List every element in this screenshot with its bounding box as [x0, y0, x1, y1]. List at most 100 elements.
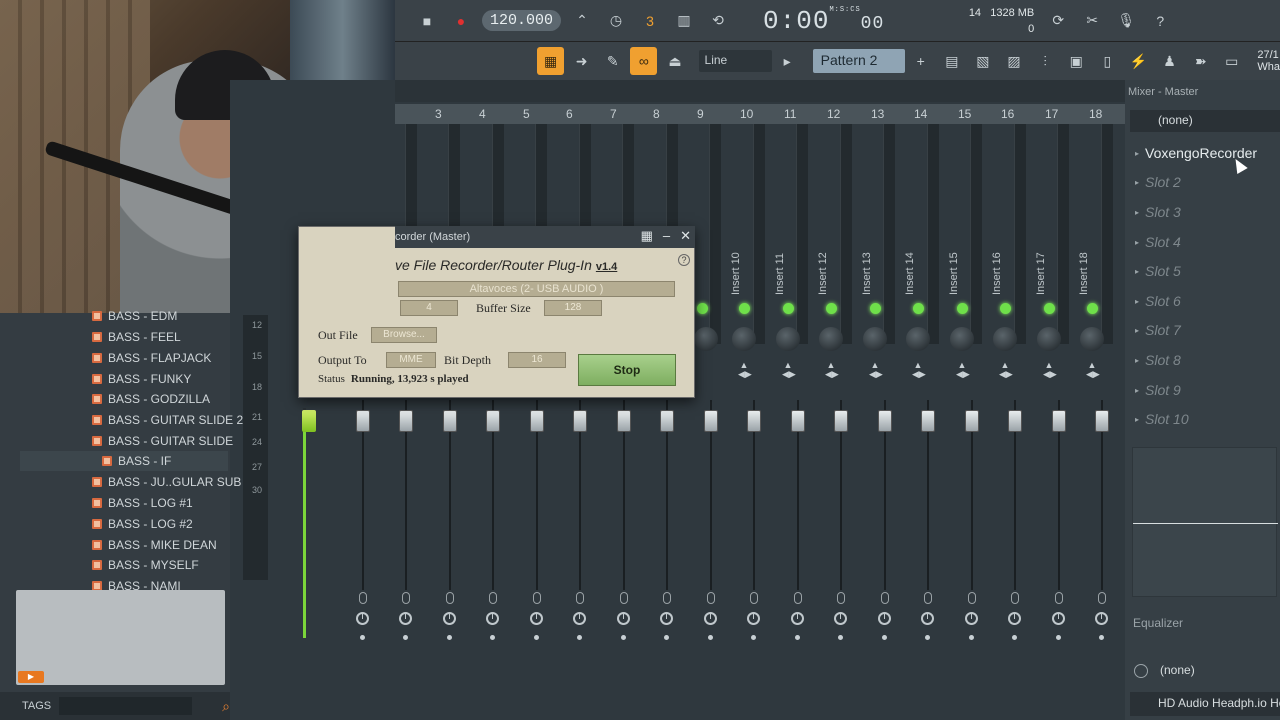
route-dot[interactable]: [795, 635, 800, 640]
pan-knob[interactable]: [950, 327, 974, 351]
channel-fader[interactable]: [1008, 410, 1022, 432]
channel-fader[interactable]: [530, 410, 544, 432]
insert-led[interactable]: [1087, 303, 1098, 314]
wait-icon[interactable]: ◷: [602, 7, 630, 35]
send-knob[interactable]: [878, 612, 891, 625]
output-to-field[interactable]: MME: [386, 352, 436, 368]
browse-button[interactable]: Browse...: [371, 327, 437, 343]
send-knob[interactable]: [660, 612, 673, 625]
send-knob[interactable]: [486, 612, 499, 625]
send-knob[interactable]: [791, 612, 804, 625]
send-knob[interactable]: [965, 612, 978, 625]
browser-item[interactable]: BASS - LOG #1: [92, 493, 193, 513]
metronome-icon[interactable]: ⌃: [568, 7, 596, 35]
stereo-arrows[interactable]: ▲ ◀▶: [999, 361, 1013, 379]
route-dot[interactable]: [1056, 635, 1061, 640]
send-knob[interactable]: [573, 612, 586, 625]
effect-slot[interactable]: ▸ Slot 4: [1135, 231, 1181, 253]
brush-icon[interactable]: ✎: [599, 47, 626, 75]
route-dot[interactable]: [969, 635, 974, 640]
equalizer-graph[interactable]: [1132, 447, 1278, 597]
send-knob[interactable]: [1095, 612, 1108, 625]
pan-knob[interactable]: [863, 327, 887, 351]
record-icon[interactable]: ●: [447, 7, 475, 35]
browser-item[interactable]: BASS - FLAPJACK: [92, 348, 211, 368]
pan-knob[interactable]: [993, 327, 1017, 351]
send-knob[interactable]: [617, 612, 630, 625]
channels-field[interactable]: 4: [400, 300, 458, 316]
menu-grid-icon[interactable]: ▦: [641, 228, 653, 244]
channel-fader[interactable]: [921, 410, 935, 432]
browser-item[interactable]: BASS - GODZILLA: [92, 389, 210, 409]
browser-item[interactable]: BASS - JU..GULAR SUB: [92, 472, 241, 492]
input-select[interactable]: (none): [1130, 110, 1280, 132]
effect-slot[interactable]: ▸ Slot 8: [1135, 349, 1181, 371]
audio-device-select[interactable]: HD Audio Headph.io He: [1130, 692, 1280, 716]
channel-fader[interactable]: [704, 410, 718, 432]
browser-item[interactable]: BASS - MIKE DEAN: [92, 535, 217, 555]
arrow-icon[interactable]: ➜: [568, 47, 595, 75]
piano-icon[interactable]: ▥: [670, 7, 698, 35]
browser-item[interactable]: BASS - IF: [102, 451, 171, 471]
pan-knob[interactable]: [776, 327, 800, 351]
step-icon[interactable]: 3: [636, 7, 664, 35]
pattern-select[interactable]: Pattern 2: [812, 49, 906, 73]
browser-item[interactable]: BASS - MYSELF: [92, 555, 199, 575]
insert-led[interactable]: [1044, 303, 1055, 314]
effect-slot[interactable]: ▸ Slot 7: [1135, 319, 1181, 341]
file-icon[interactable]: ▯: [1094, 47, 1121, 75]
effect-slot[interactable]: ▸ Slot 10: [1135, 408, 1189, 430]
output-select[interactable]: (none): [1130, 660, 1280, 682]
snap-select[interactable]: Line: [698, 50, 772, 72]
effect-slot[interactable]: ▸ Slot 6: [1135, 290, 1181, 312]
send-knob[interactable]: [1008, 612, 1021, 625]
cart-icon[interactable]: ▭: [1218, 47, 1245, 75]
browser-item[interactable]: BASS - FEEL: [92, 327, 181, 347]
stereo-arrows[interactable]: ▲ ◀▶: [1043, 361, 1057, 379]
route-dot[interactable]: [708, 635, 713, 640]
plugin-icon[interactable]: ⚡: [1125, 47, 1152, 75]
loop-icon[interactable]: ⟲: [704, 7, 732, 35]
stereo-arrows[interactable]: ▲ ◀▶: [825, 361, 839, 379]
stereo-arrows[interactable]: ▲ ◀▶: [782, 361, 796, 379]
channel-fader[interactable]: [878, 410, 892, 432]
stereo-arrows[interactable]: ▲ ◀▶: [956, 361, 970, 379]
effect-slot[interactable]: ▸ Slot 2: [1135, 171, 1181, 193]
insert-led[interactable]: [870, 303, 881, 314]
stereo-arrows[interactable]: ▲ ◀▶: [869, 361, 883, 379]
pan-knob[interactable]: [1080, 327, 1104, 351]
playlist-view-icon[interactable]: ▤: [938, 47, 965, 75]
tempo-display[interactable]: 120.000: [482, 10, 562, 31]
channel-fader[interactable]: [399, 410, 413, 432]
stereo-arrows[interactable]: ▲ ◀▶: [912, 361, 926, 379]
route-dot[interactable]: [751, 635, 756, 640]
channel-fader[interactable]: [660, 410, 674, 432]
microphone-icon[interactable]: 🎙: [1112, 7, 1140, 35]
send-knob[interactable]: [443, 612, 456, 625]
metronome2-icon[interactable]: ⏏: [661, 47, 688, 75]
route-dot[interactable]: [838, 635, 843, 640]
route-dot[interactable]: [534, 635, 539, 640]
plugin-help-icon[interactable]: ?: [678, 254, 690, 266]
route-dot[interactable]: [664, 635, 669, 640]
route-dot[interactable]: [490, 635, 495, 640]
refresh-icon[interactable]: ⟳: [1044, 7, 1072, 35]
device-field[interactable]: Altavoces (2- USB AUDIO ): [398, 281, 675, 297]
browser-item[interactable]: BASS - EDM: [92, 306, 177, 326]
insert-led[interactable]: [783, 303, 794, 314]
scissors-icon[interactable]: ✂: [1078, 7, 1106, 35]
channel-fader[interactable]: [486, 410, 500, 432]
browser-item[interactable]: BASS - FUNKY: [92, 369, 191, 389]
route-dot[interactable]: [447, 635, 452, 640]
pan-knob[interactable]: [906, 327, 930, 351]
send-knob[interactable]: [1052, 612, 1065, 625]
route-dot[interactable]: [925, 635, 930, 640]
piano-roll-icon[interactable]: ▨: [1000, 47, 1027, 75]
route-dot[interactable]: [577, 635, 582, 640]
link-icon[interactable]: ∞: [630, 47, 658, 75]
send-knob[interactable]: [747, 612, 760, 625]
channel-fader[interactable]: [356, 410, 370, 432]
channel-fader[interactable]: [617, 410, 631, 432]
send-knob[interactable]: [921, 612, 934, 625]
browser-item[interactable]: BASS - GUITAR SLIDE: [92, 431, 233, 451]
